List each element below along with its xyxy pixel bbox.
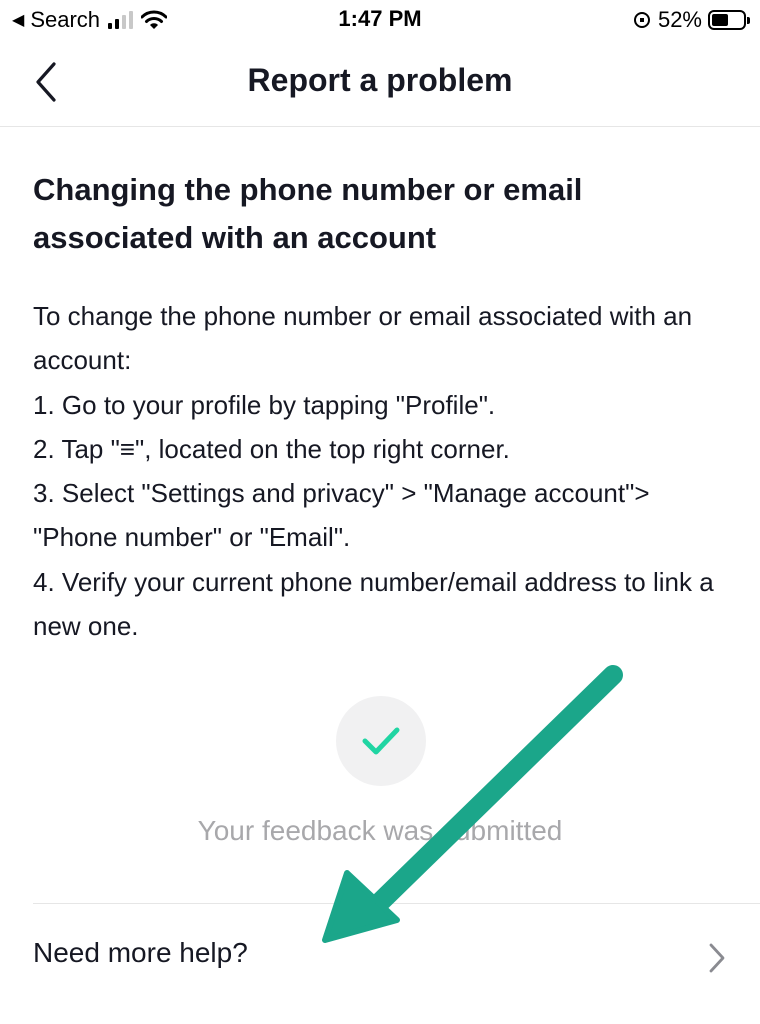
need-more-help-row[interactable]: Need more help? <box>0 904 760 1004</box>
battery-percent: 52% <box>657 7 702 32</box>
article-intro: To change the phone number or email asso… <box>33 301 693 376</box>
article-step-4: 4. Verify your current phone number/emai… <box>33 566 714 642</box>
article-step-2: 2. Tap "≡", located on the top right cor… <box>33 433 510 464</box>
chevron-right-icon <box>709 943 725 973</box>
article-title: Changing the phone number or email assoc… <box>33 172 583 255</box>
nav-bar: Report a problem <box>0 40 760 127</box>
need-more-help-label: Need more help? <box>33 937 248 968</box>
article-step-1: 1. Go to your profile by tapping "Profil… <box>33 389 496 420</box>
status-right: 52% <box>633 6 750 34</box>
status-bar: ◀ Search 1:47 PM 52% <box>0 0 760 40</box>
battery-icon <box>708 10 750 30</box>
battery-fill <box>712 14 728 26</box>
article-step-3: 3. Select "Settings and privacy" > "Mana… <box>33 478 650 553</box>
feedback-check-badge <box>336 696 426 786</box>
feedback-message: Your feedback was submitted <box>197 815 563 846</box>
page-title: Report a problem <box>247 62 513 98</box>
orientation-lock-icon <box>633 12 650 28</box>
article-body: To change the phone number or email asso… <box>33 294 733 648</box>
checkmark-icon <box>362 727 400 755</box>
